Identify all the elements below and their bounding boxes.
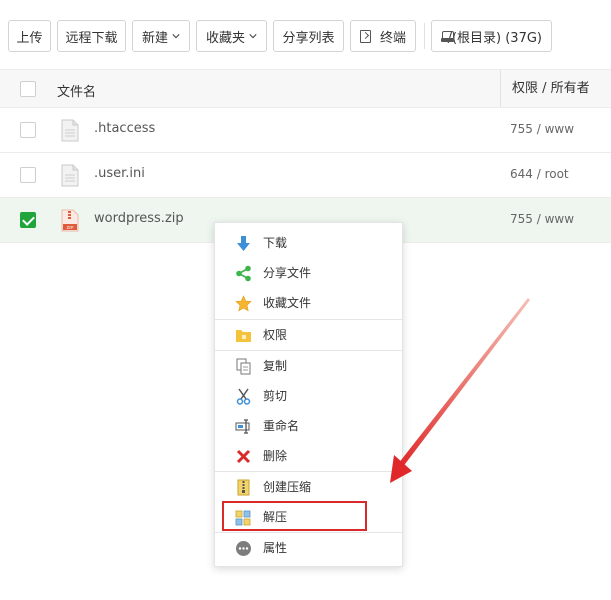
favorites-dropdown-button[interactable]: 收藏夹 bbox=[196, 20, 267, 52]
file-icon bbox=[61, 119, 79, 142]
properties-icon bbox=[236, 541, 251, 556]
table-row[interactable]: .htaccess 755 / www bbox=[0, 108, 611, 153]
menu-item-label: 分享文件 bbox=[263, 266, 312, 280]
download-icon bbox=[237, 236, 250, 251]
folder-permission-icon bbox=[236, 330, 251, 342]
terminal-icon bbox=[360, 29, 371, 43]
remote-download-label: 远程下载 bbox=[65, 30, 118, 46]
menu-item-rename[interactable]: 重命名 bbox=[215, 411, 402, 441]
file-permission[interactable]: 755 / www bbox=[510, 212, 574, 226]
file-table: 文件名 权限 / 所有者 .htaccess 755 / www .user.i… bbox=[0, 69, 611, 243]
table-header: 文件名 权限 / 所有者 bbox=[0, 69, 611, 108]
menu-item-download[interactable]: 下载 bbox=[215, 228, 402, 258]
menu-item-permission[interactable]: 权限 bbox=[215, 320, 402, 350]
share-list-label: 分享列表 bbox=[282, 30, 335, 46]
path-button[interactable]: /(根目录) (37G) bbox=[431, 20, 552, 52]
disk-icon bbox=[441, 30, 449, 42]
menu-item-label: 剪切 bbox=[263, 389, 288, 403]
table-row[interactable]: .user.ini 644 / root bbox=[0, 153, 611, 198]
annotation-highlight-box bbox=[222, 501, 367, 531]
row-checkbox[interactable] bbox=[20, 122, 36, 138]
new-dropdown-button[interactable]: 新建 bbox=[132, 20, 190, 52]
menu-item-copy[interactable]: 复制 bbox=[215, 351, 402, 381]
chevron-down-icon bbox=[172, 34, 180, 39]
menu-item-properties[interactable]: 属性 bbox=[215, 533, 402, 563]
new-label: 新建 bbox=[142, 30, 169, 46]
column-header-permission[interactable]: 权限 / 所有者 bbox=[500, 70, 590, 107]
select-all-checkbox[interactable] bbox=[20, 81, 36, 97]
upload-button[interactable]: 上传 bbox=[8, 20, 51, 52]
file-permission[interactable]: 644 / root bbox=[510, 167, 569, 181]
scissors-icon bbox=[236, 388, 251, 405]
svg-text:ZIP: ZIP bbox=[66, 225, 73, 230]
file-name[interactable]: .htaccess bbox=[94, 121, 155, 136]
row-checkbox[interactable] bbox=[20, 167, 36, 183]
row-checkbox-checked[interactable] bbox=[20, 212, 36, 228]
terminal-label: 终端 bbox=[379, 30, 406, 46]
menu-item-label: 收藏文件 bbox=[263, 296, 312, 310]
menu-item-cut[interactable]: 剪切 bbox=[215, 381, 402, 411]
file-icon bbox=[61, 164, 79, 187]
file-name[interactable]: .user.ini bbox=[94, 166, 145, 181]
menu-item-delete[interactable]: 删除 bbox=[215, 441, 402, 471]
file-toolbar: 上传 远程下载 新建 收藏夹 分享列表 终端 /(根目录) (37G) bbox=[8, 20, 558, 52]
toolbar-divider bbox=[424, 23, 425, 49]
menu-item-share[interactable]: 分享文件 bbox=[215, 258, 402, 288]
share-icon bbox=[236, 265, 251, 282]
menu-item-label: 复制 bbox=[263, 359, 288, 373]
menu-item-favorite[interactable]: 收藏文件 bbox=[215, 288, 402, 318]
file-permission[interactable]: 755 / www bbox=[510, 122, 574, 136]
menu-item-label: 权限 bbox=[263, 328, 288, 342]
menu-item-label: 属性 bbox=[263, 541, 288, 555]
zip-file-icon: ZIP bbox=[61, 209, 79, 232]
rename-icon bbox=[235, 419, 250, 434]
menu-item-label: 重命名 bbox=[263, 419, 300, 433]
compress-icon bbox=[237, 479, 250, 496]
menu-item-compress[interactable]: 创建压缩 bbox=[215, 472, 402, 502]
star-icon bbox=[235, 295, 252, 312]
copy-icon bbox=[236, 358, 251, 375]
favorites-label: 收藏夹 bbox=[206, 30, 246, 46]
path-label: /(根目录) (37G) bbox=[447, 30, 542, 46]
terminal-button[interactable]: 终端 bbox=[350, 20, 416, 52]
file-name[interactable]: wordpress.zip bbox=[94, 211, 184, 226]
menu-item-label: 创建压缩 bbox=[263, 480, 312, 494]
menu-item-label: 删除 bbox=[263, 449, 288, 463]
column-header-filename[interactable]: 文件名 bbox=[57, 81, 96, 100]
chevron-down-icon bbox=[249, 34, 257, 39]
delete-icon bbox=[236, 449, 251, 464]
annotation-arrow-icon bbox=[390, 298, 530, 483]
upload-label: 上传 bbox=[16, 30, 43, 46]
remote-download-button[interactable]: 远程下载 bbox=[57, 20, 126, 52]
menu-item-label: 下载 bbox=[263, 236, 288, 250]
share-list-button[interactable]: 分享列表 bbox=[273, 20, 344, 52]
